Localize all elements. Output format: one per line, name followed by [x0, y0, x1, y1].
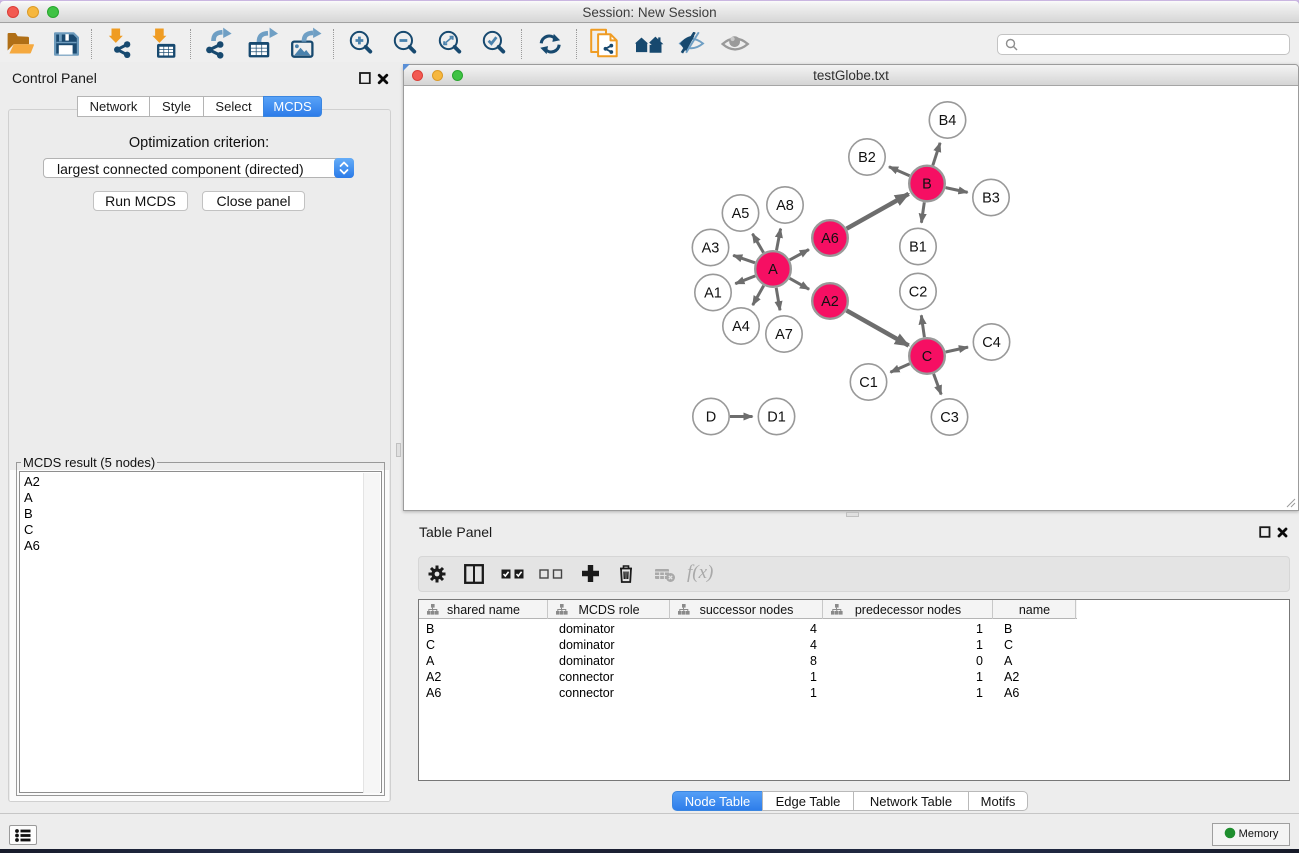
svg-text:A5: A5	[732, 206, 750, 222]
svg-text:A3: A3	[702, 241, 720, 257]
svg-text:A2: A2	[821, 294, 839, 310]
svg-text:B2: B2	[858, 150, 876, 166]
svg-text:C4: C4	[982, 335, 1001, 351]
svg-text:f(x): f(x)	[687, 562, 713, 583]
svg-text:D1: D1	[767, 410, 786, 426]
svg-text:B1: B1	[909, 240, 927, 256]
svg-text:A1: A1	[704, 286, 722, 302]
svg-text:D: D	[706, 410, 716, 426]
svg-text:A8: A8	[776, 198, 794, 214]
svg-text:B4: B4	[939, 113, 957, 129]
svg-text:C3: C3	[940, 410, 959, 426]
svg-text:A6: A6	[821, 231, 839, 247]
svg-text:B3: B3	[982, 191, 1000, 207]
svg-text:B: B	[922, 177, 932, 193]
svg-text:C1: C1	[859, 375, 878, 391]
svg-text:A: A	[768, 262, 778, 278]
svg-text:C: C	[922, 349, 932, 365]
svg-text:A4: A4	[732, 319, 750, 335]
svg-text:A7: A7	[775, 327, 793, 343]
svg-text:C2: C2	[909, 285, 928, 301]
